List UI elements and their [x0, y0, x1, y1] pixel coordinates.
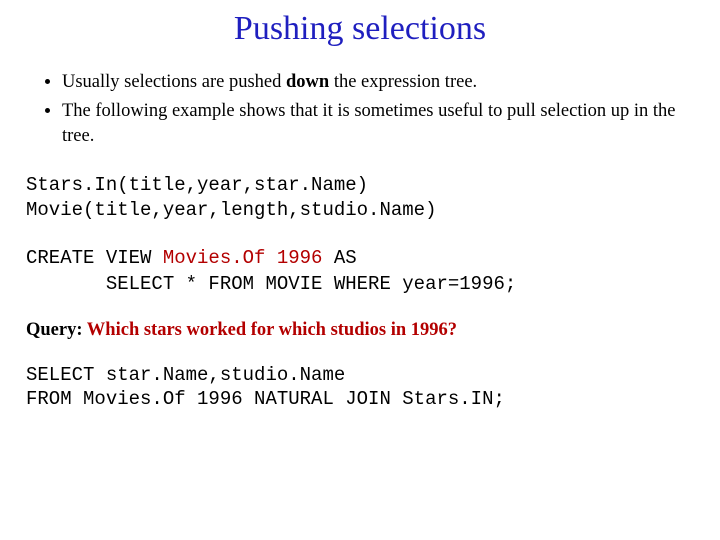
- query-line: Query: Which stars worked for which stud…: [26, 320, 694, 341]
- list-item: Usually selections are pushed down the e…: [62, 70, 694, 95]
- bullet-text: the expression tree.: [329, 72, 477, 92]
- sql-text: SELECT * FROM MOVIE WHERE year=1996;: [26, 273, 516, 295]
- slide: Pushing selections Usually selections ar…: [0, 0, 720, 540]
- bullet-bold: down: [286, 72, 329, 92]
- schema-block: Stars.In(title,year,star.Name) Movie(tit…: [26, 173, 694, 222]
- list-item: The following example shows that it is s…: [62, 99, 694, 149]
- bullet-text: The following example shows that it is s…: [62, 101, 676, 146]
- final-sql-block: SELECT star.Name,studio.Name FROM Movies…: [26, 363, 694, 412]
- sql-text: AS: [322, 247, 356, 269]
- bullet-text: Usually selections are pushed: [62, 72, 286, 92]
- create-view-block: CREATE VIEW Movies.Of 1996 AS SELECT * F…: [26, 246, 694, 297]
- view-name: Movies.Of 1996: [163, 247, 323, 269]
- query-label: Query:: [26, 320, 83, 340]
- bullet-list: Usually selections are pushed down the e…: [26, 70, 694, 149]
- sql-text: CREATE VIEW: [26, 247, 163, 269]
- slide-title: Pushing selections: [26, 10, 694, 48]
- query-text: Which stars worked for which studios in …: [83, 320, 458, 340]
